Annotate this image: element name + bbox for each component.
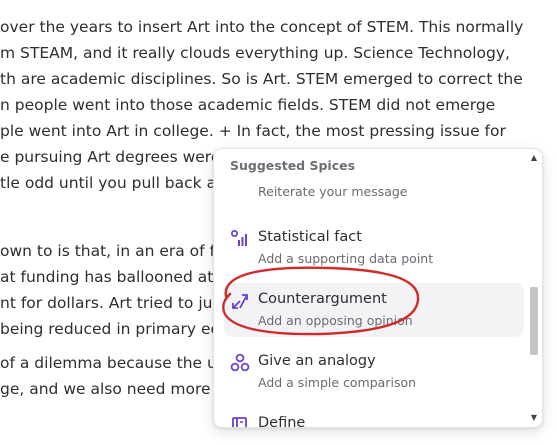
bar-chart-icon — [230, 229, 250, 249]
menu-item-title: Statistical fact — [258, 229, 362, 245]
document-line: at funding has ballooned at t — [0, 268, 225, 286]
document-line: being reduced in primary ec — [0, 320, 220, 338]
menu-item-define[interactable]: Define — [224, 407, 524, 428]
document-line: th are academic disciplines. So is Art. … — [0, 70, 523, 88]
book-icon — [230, 415, 250, 427]
document-line: m STEAM, and it really clouds everything… — [0, 44, 510, 62]
menu-item-desc: Add an opposing opinion — [258, 313, 413, 328]
popup-scrollbar[interactable]: ▲ ▼ — [526, 149, 542, 427]
suggested-spices-popup: Suggested Spices Reiterate your message … — [213, 148, 543, 428]
menu-item-statistical-fact[interactable]: Statistical fact Add a supporting data p… — [224, 221, 524, 275]
menu-item-desc: Add a supporting data point — [258, 251, 434, 266]
document-line: ge, and we also need more A — [0, 380, 227, 398]
menu-item-title: Give an analogy — [258, 353, 376, 369]
document-line: own to is that, in an era of fu — [0, 242, 225, 260]
document-line: ple went into Art in college. + In fact,… — [0, 122, 506, 140]
scroll-up-arrow-icon[interactable]: ▲ — [529, 153, 539, 163]
menu-item-give-an-analogy[interactable]: Give an analogy Add a simple comparison — [224, 345, 524, 399]
shapes-icon — [230, 353, 250, 373]
menu-item-title: Counterargument — [258, 291, 387, 307]
scrollbar-thumb[interactable] — [530, 287, 538, 355]
document-line: of a dilemma because the ult — [0, 354, 228, 372]
document-line: tle odd until you pull back a — [0, 174, 217, 192]
menu-item-desc: Add a simple comparison — [258, 375, 417, 390]
document-line: over the years to insert Art into the co… — [0, 18, 524, 36]
menu-item-title: Define — [258, 415, 306, 428]
scroll-down-arrow-icon[interactable]: ▼ — [529, 413, 539, 423]
menu-item-reiterate-desc[interactable]: Reiterate your message — [258, 184, 408, 199]
menu-item-counterargument[interactable]: Counterargument Add an opposing opinion — [224, 283, 524, 337]
popup-header: Suggested Spices — [230, 158, 356, 173]
swap-arrows-icon — [230, 291, 250, 311]
document-line: n people went into those academic fields… — [0, 96, 496, 114]
document-line: nt for dollars. Art tried to jum — [0, 294, 228, 312]
document-line: e pursuing Art degrees were — [0, 148, 221, 166]
